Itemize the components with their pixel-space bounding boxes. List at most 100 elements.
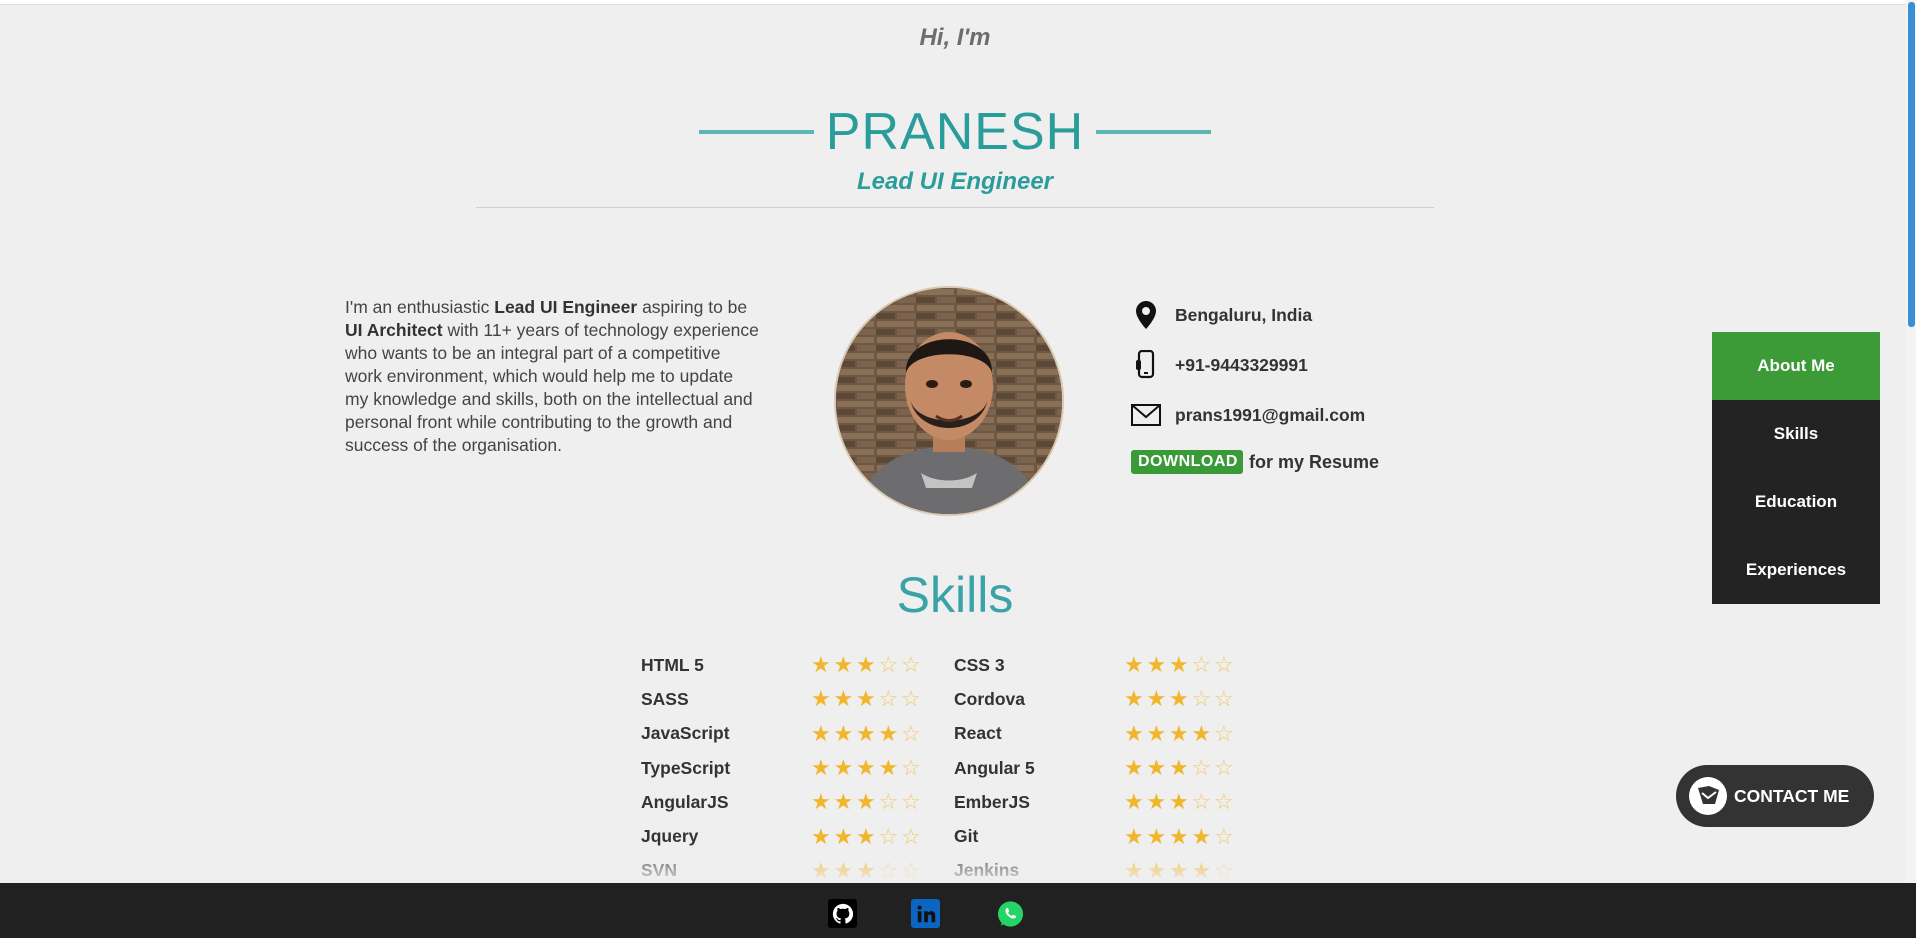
star-filled-icon: ★ xyxy=(1169,686,1189,712)
star-filled-icon: ★ xyxy=(1169,720,1189,746)
star-filled-icon: ★ xyxy=(856,823,876,849)
star-filled-icon: ★ xyxy=(1124,686,1144,712)
star-filled-icon: ★ xyxy=(811,686,831,712)
star-empty-icon: ☆ xyxy=(901,720,921,746)
star-filled-icon: ★ xyxy=(1124,720,1144,746)
star-filled-icon: ★ xyxy=(1146,823,1167,849)
skill-row: SASS ★ ★ ★ ☆ ☆ Cordova ★ ★ ★ ☆ ☆ xyxy=(641,682,1281,716)
star-filled-icon: ★ xyxy=(1124,823,1144,849)
star-filled-icon: ★ xyxy=(1124,755,1144,781)
phone-icon xyxy=(1131,350,1161,380)
about-bold-2: UI Architect xyxy=(345,320,443,340)
email-text[interactable]: prans1991@gmail.com xyxy=(1175,405,1365,426)
star-rating: ★★★★☆ xyxy=(1124,720,1237,746)
phone-text[interactable]: +91-9443329991 xyxy=(1175,355,1308,376)
star-empty-icon: ☆ xyxy=(1214,686,1234,712)
star-filled-icon: ★ xyxy=(1146,686,1167,712)
star-rating: ★★★★☆ xyxy=(811,720,924,746)
mail-icon xyxy=(1131,400,1161,430)
side-nav-item[interactable]: Experiences xyxy=(1712,536,1880,604)
skill-item: TypeScript ★ ★ ★ ★ ☆ xyxy=(641,757,954,779)
star-rating: ★★★☆☆ xyxy=(811,654,924,676)
side-nav-item[interactable]: About Me xyxy=(1712,332,1880,400)
about-text-2: aspiring to be xyxy=(637,297,748,317)
star-filled-icon: ★ xyxy=(1191,823,1212,849)
resume-text: for my Resume xyxy=(1249,451,1380,472)
star-rating: ★★★☆☆ xyxy=(811,823,924,849)
contact-phone-icon xyxy=(1689,777,1727,815)
star-filled-icon: ★ xyxy=(833,823,854,849)
linkedin-icon[interactable] xyxy=(911,899,940,928)
star-filled-icon: ★ xyxy=(1169,755,1189,781)
skill-item: Cordova ★ ★ ★ ☆ ☆ xyxy=(954,688,1267,710)
map-pin-icon xyxy=(1131,300,1161,330)
star-filled-icon: ★ xyxy=(811,755,831,781)
skill-name: JavaScript xyxy=(641,723,730,744)
name-line-right xyxy=(1096,130,1212,134)
contact-me-label: CONTACT ME xyxy=(1734,785,1850,806)
profile-photo xyxy=(834,286,1064,516)
star-rating: ★★★☆☆ xyxy=(811,688,924,710)
location-text: Bengaluru, India xyxy=(1175,304,1313,325)
star-filled-icon: ★ xyxy=(1169,652,1189,678)
star-filled-icon: ★ xyxy=(856,720,876,746)
star-empty-icon: ☆ xyxy=(901,755,921,781)
star-filled-icon: ★ xyxy=(811,652,831,678)
star-filled-icon: ★ xyxy=(833,789,854,815)
skill-name: AngularJS xyxy=(641,791,729,812)
star-empty-icon: ☆ xyxy=(1214,789,1234,815)
skill-row: HTML 5 ★ ★ ★ ☆ ☆ CSS 3 ★ ★ ★ ☆ ☆ xyxy=(641,648,1281,682)
skill-name: Jquery xyxy=(641,826,699,847)
star-empty-icon: ☆ xyxy=(1191,652,1212,678)
star-filled-icon: ★ xyxy=(1146,652,1167,678)
skill-item: HTML 5 ★ ★ ★ ☆ ☆ xyxy=(641,654,954,676)
skill-name: Git xyxy=(954,826,979,847)
contact-me-button[interactable]: CONTACT ME xyxy=(1676,765,1874,827)
name-text: PRANESH xyxy=(825,103,1085,161)
star-rating: ★★★☆☆ xyxy=(811,791,924,813)
contact-info: Bengaluru, India +91-9443329991 prans199… xyxy=(1131,300,1379,474)
star-filled-icon: ★ xyxy=(856,789,876,815)
skill-name: EmberJS xyxy=(954,791,1030,812)
top-border xyxy=(0,0,1906,5)
skill-item: CSS 3 ★ ★ ★ ☆ ☆ xyxy=(954,654,1267,676)
star-filled-icon: ★ xyxy=(1191,720,1212,746)
skill-item: JavaScript ★ ★ ★ ★ ☆ xyxy=(641,720,954,746)
skill-item: EmberJS ★ ★ ★ ☆ ☆ xyxy=(954,791,1267,813)
skill-row: AngularJS ★ ★ ★ ☆ ☆ EmberJS ★ ★ ★ ☆ ☆ xyxy=(641,785,1281,819)
download-button[interactable]: DOWNLOAD xyxy=(1131,450,1243,474)
role-subtitle: Lead UI Engineer xyxy=(856,168,1054,195)
star-empty-icon: ☆ xyxy=(1191,686,1212,712)
star-filled-icon: ★ xyxy=(811,823,831,849)
github-icon[interactable] xyxy=(828,899,857,928)
skill-name: CSS 3 xyxy=(954,654,1005,675)
skill-item: SASS ★ ★ ★ ☆ ☆ xyxy=(641,688,954,710)
skill-item: Jquery ★ ★ ★ ☆ ☆ xyxy=(641,823,954,849)
star-rating: ★★★☆☆ xyxy=(1124,654,1237,676)
star-filled-icon: ★ xyxy=(833,720,854,746)
skill-name: TypeScript xyxy=(641,757,731,778)
skill-name: Angular 5 xyxy=(954,757,1035,778)
name-line-left xyxy=(698,130,814,134)
star-empty-icon: ☆ xyxy=(1214,755,1234,781)
star-filled-icon: ★ xyxy=(811,789,831,815)
skill-row: TypeScript ★ ★ ★ ★ ☆ Angular 5 ★ ★ ★ ☆ ☆ xyxy=(641,751,1281,785)
star-filled-icon: ★ xyxy=(878,720,899,746)
skill-item: React ★ ★ ★ ★ ☆ xyxy=(954,720,1267,746)
star-filled-icon: ★ xyxy=(833,755,854,781)
skill-name: SASS xyxy=(641,688,689,709)
star-empty-icon: ☆ xyxy=(878,823,899,849)
about-bold-1: Lead UI Engineer xyxy=(494,297,638,317)
name-heading: PRANESH xyxy=(0,100,1910,164)
side-nav-item[interactable]: Education xyxy=(1712,468,1880,536)
about-text-1: I'm an enthusiastic xyxy=(345,297,495,317)
phone-row: +91-9443329991 xyxy=(1131,350,1379,380)
side-nav-item[interactable]: Skills xyxy=(1712,400,1880,468)
star-rating: ★★★☆☆ xyxy=(1124,757,1237,779)
skill-name: Cordova xyxy=(954,688,1025,709)
star-empty-icon: ☆ xyxy=(878,652,899,678)
star-empty-icon: ☆ xyxy=(1214,720,1234,746)
star-filled-icon: ★ xyxy=(1124,652,1144,678)
whatsapp-icon[interactable] xyxy=(996,899,1025,928)
email-row: prans1991@gmail.com xyxy=(1131,400,1379,430)
